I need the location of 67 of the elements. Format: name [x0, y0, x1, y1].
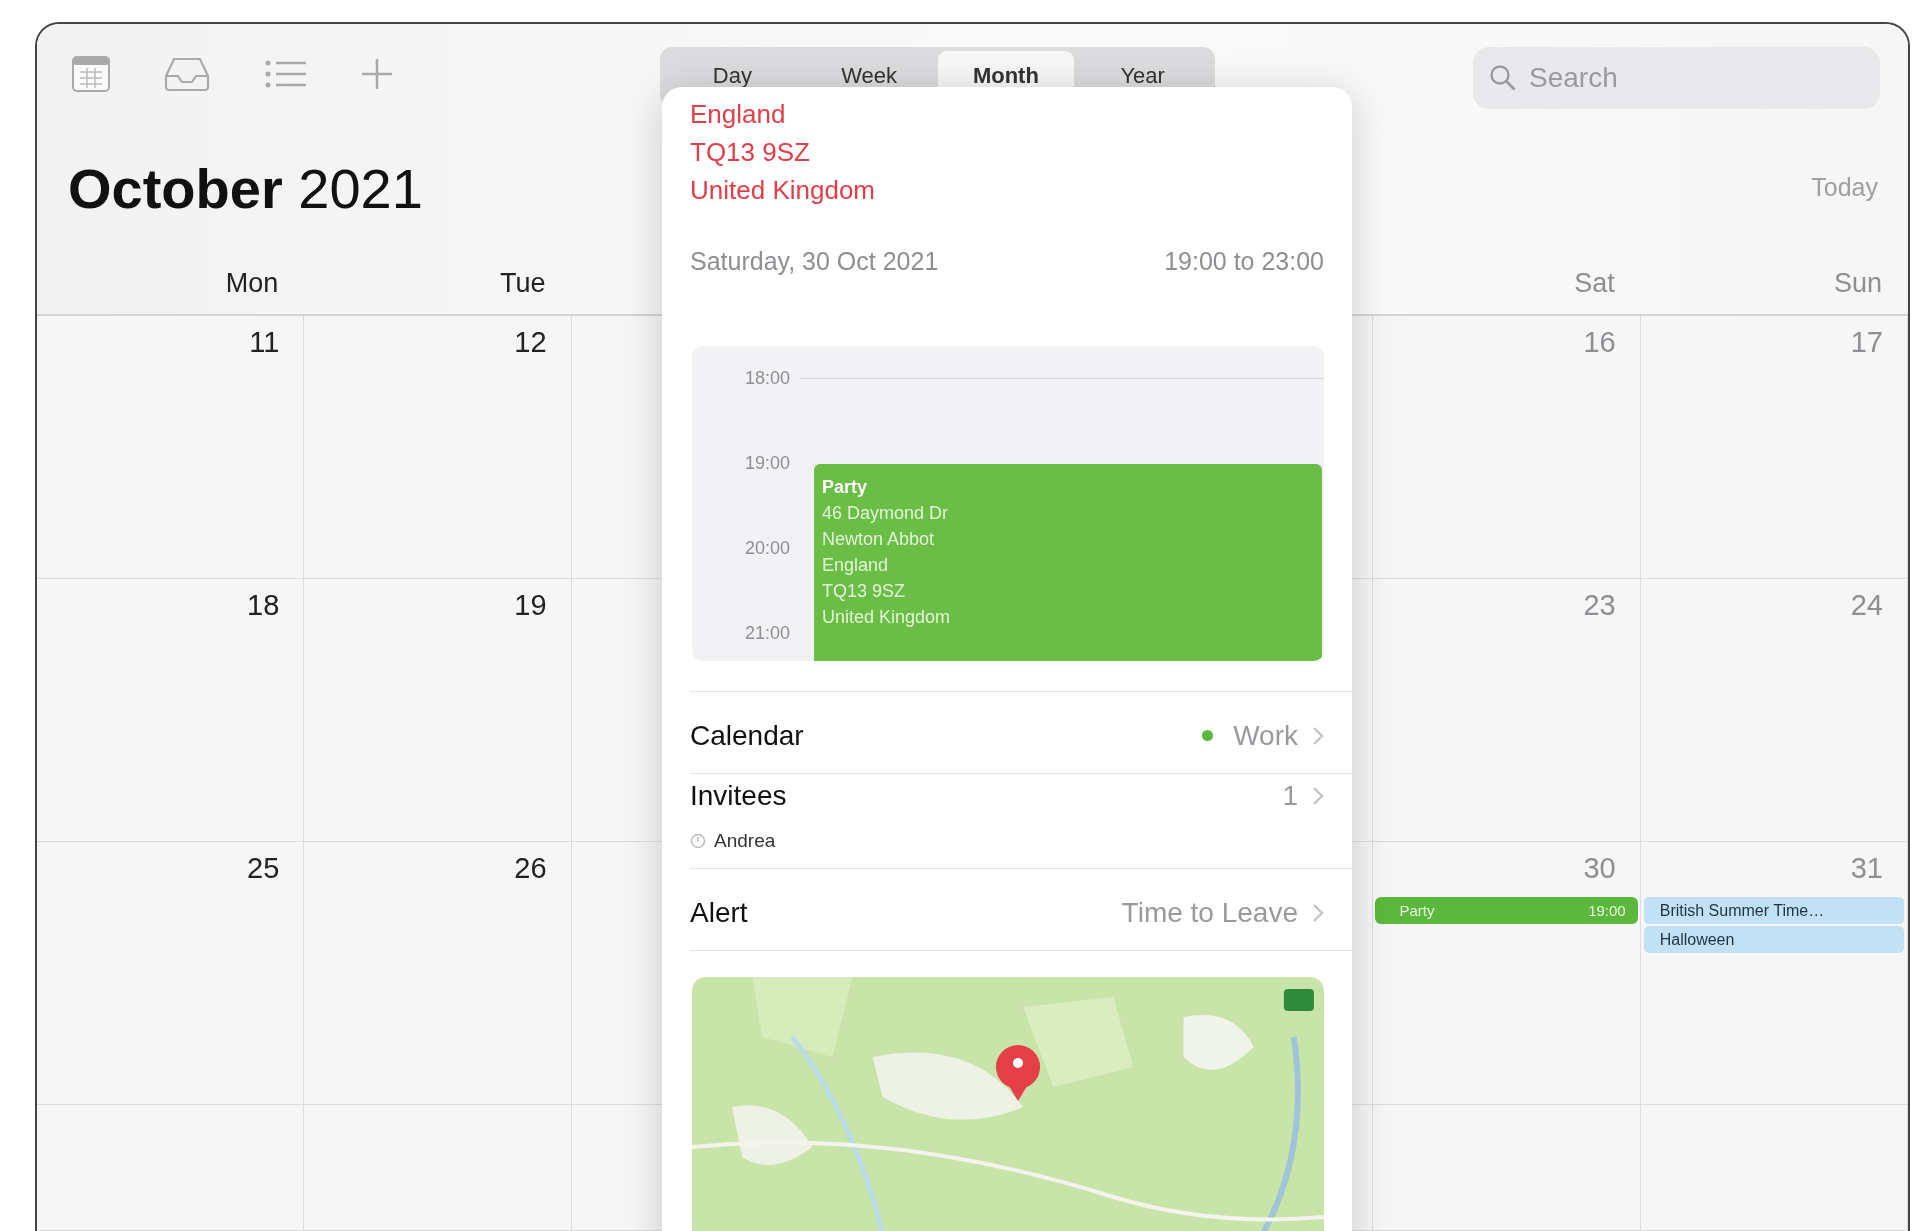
search-field[interactable]: Search: [1473, 47, 1880, 109]
row-label: Calendar: [690, 719, 804, 752]
day-cell[interactable]: 11: [37, 316, 305, 579]
day-number: 16: [1583, 326, 1617, 359]
event-time-range: 19:00 to 23:00: [1164, 247, 1324, 276]
event-address-line: England: [822, 554, 890, 577]
chevron-right-icon: [1312, 902, 1324, 923]
address-line: TQ13 9SZ: [690, 136, 811, 169]
day-number: 31: [1850, 852, 1884, 885]
search-icon: [1489, 64, 1517, 92]
day-cell[interactable]: [304, 1105, 572, 1231]
day-number: 26: [514, 852, 548, 885]
day-number: 18: [247, 589, 281, 622]
detail-row[interactable]: Alert Time to Leave: [690, 869, 1352, 951]
event-address-line: TQ13 9SZ: [822, 580, 907, 603]
event-date: Saturday, 30 Oct 2021: [690, 247, 939, 276]
calendar-icon[interactable]: [72, 56, 110, 92]
event-title: Party: [1399, 902, 1435, 919]
event-title: Party: [822, 476, 869, 499]
weekday-header: Sun: [1833, 267, 1883, 299]
day-number: 11: [249, 326, 281, 359]
weekday-header: Tue: [500, 267, 547, 299]
day-number: 24: [1850, 589, 1884, 622]
month-title: October 2021: [68, 155, 423, 221]
day-number: 17: [1850, 326, 1884, 359]
inbox-icon[interactable]: [162, 56, 212, 92]
day-number: 23: [1583, 589, 1617, 622]
row-label: Alert: [690, 896, 748, 929]
chevron-right-icon: [1312, 786, 1324, 806]
row-value: 1: [1282, 780, 1298, 812]
add-icon[interactable]: [360, 57, 394, 91]
day-number: 12: [514, 326, 548, 359]
day-cell[interactable]: 12: [304, 316, 572, 579]
event-address-line: Newton Abbot: [822, 528, 936, 551]
day-cell[interactable]: 19: [304, 579, 572, 842]
detail-row[interactable]: Invitees 1 Andrea: [690, 774, 1352, 869]
chevron-right-icon: [1312, 725, 1324, 746]
day-number: 19: [514, 589, 548, 622]
day-cell[interactable]: [37, 1105, 305, 1231]
detail-row[interactable]: Calendar Work: [690, 692, 1352, 774]
event-time: 19:00: [1588, 902, 1626, 919]
day-number: 25: [247, 852, 281, 885]
address-line: England: [690, 98, 787, 131]
hour-label: 20:00: [743, 538, 790, 559]
person-status-icon: [690, 833, 706, 849]
row-value: Work: [1233, 719, 1298, 752]
hour-label: 21:00: [743, 623, 790, 644]
row-value: Time to Leave: [1121, 896, 1298, 929]
list-icon[interactable]: [264, 58, 308, 90]
day-cell[interactable]: 25: [37, 842, 305, 1105]
invitee-name: Andrea: [714, 830, 776, 852]
weekday-header: Mon: [225, 267, 280, 299]
day-cell[interactable]: [1640, 1105, 1908, 1231]
hour-label: 19:00: [743, 453, 790, 474]
event-address-line: 46 Daymond Dr: [822, 502, 950, 525]
weekday-header: Sat: [1574, 267, 1616, 299]
day-cell[interactable]: 18: [37, 579, 305, 842]
address-line: United Kingdom: [690, 174, 876, 207]
day-cell[interactable]: [1373, 1105, 1641, 1231]
event-address-line: United Kingdom: [822, 606, 952, 629]
day-cell[interactable]: 26: [304, 842, 572, 1105]
all-day-event[interactable]: Halloween: [1643, 926, 1904, 953]
hour-label: 18:00: [743, 368, 790, 389]
day-number: 30: [1583, 852, 1617, 885]
all-day-event[interactable]: British Summer Time…: [1643, 897, 1904, 924]
row-label: Invitees: [690, 780, 787, 812]
day-cell[interactable]: 31 British Summer Time… Halloween: [1640, 842, 1908, 1105]
